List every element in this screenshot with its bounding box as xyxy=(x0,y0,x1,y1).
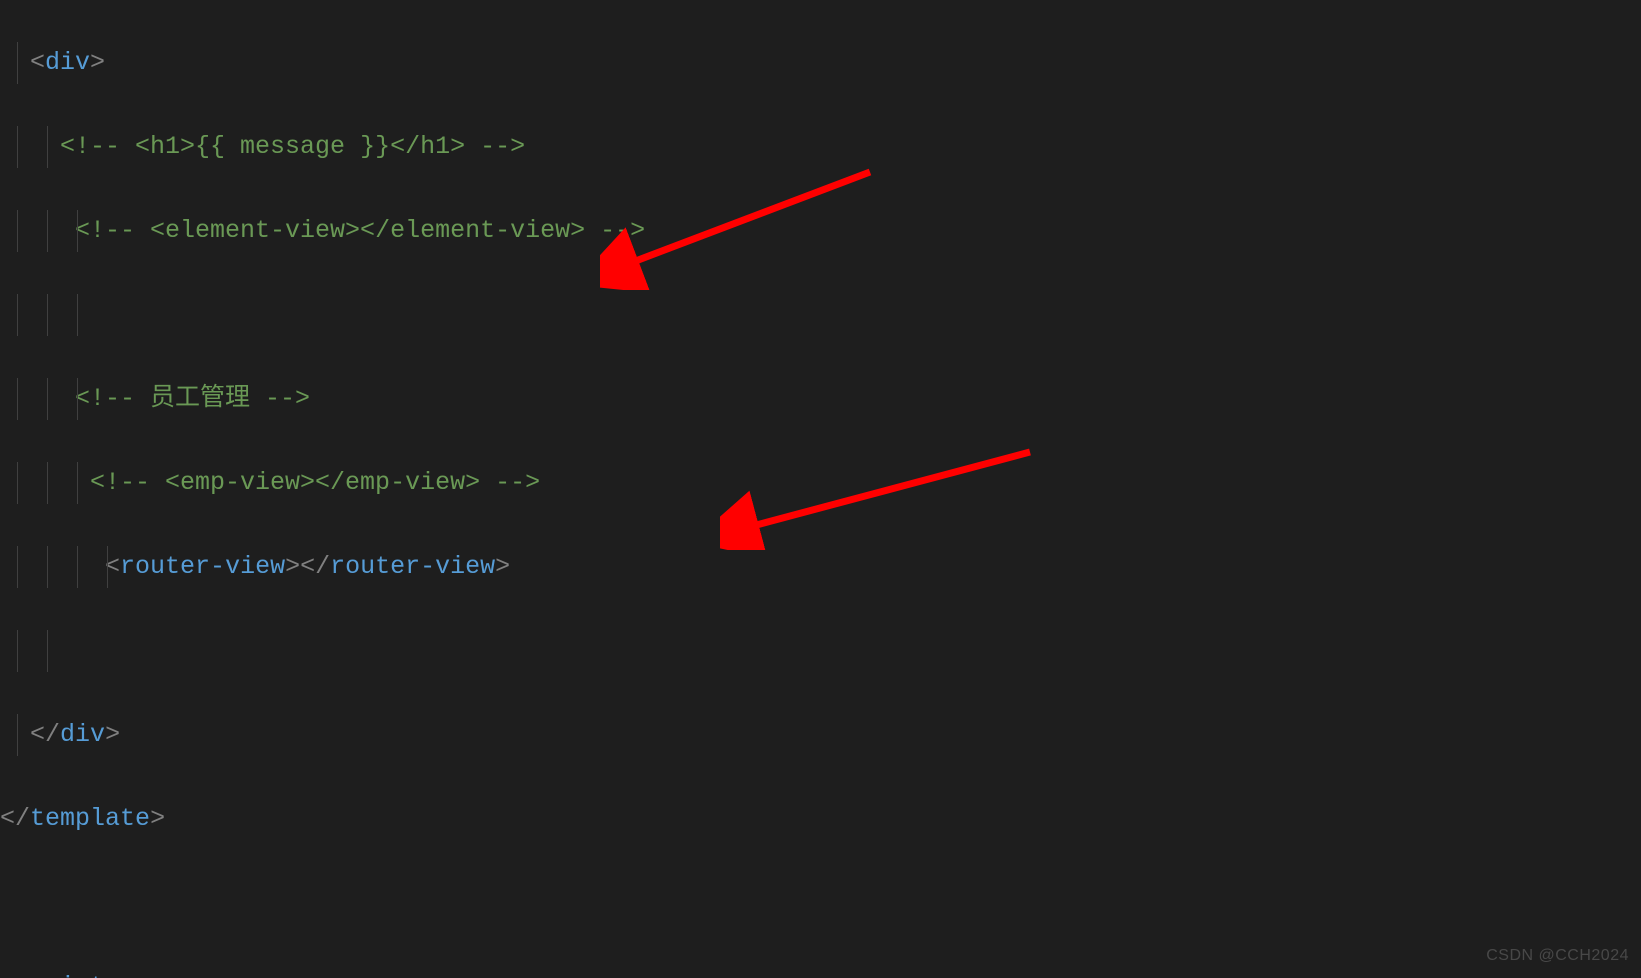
watermark: CSDN @CCH2024 xyxy=(1486,943,1629,970)
tag-name: template xyxy=(30,804,150,833)
tag-name: router-view xyxy=(120,552,285,581)
code-line[interactable]: <div> xyxy=(0,42,1641,84)
code-line[interactable]: <!-- <emp-view></emp-view> --> xyxy=(0,462,1641,504)
angle-open: < xyxy=(30,48,45,77)
code-line[interactable] xyxy=(0,630,1641,672)
code-line[interactable]: <!-- <h1>{{ message }}</h1> --> xyxy=(0,126,1641,168)
code-line[interactable]: <!-- 员工管理 --> xyxy=(0,378,1641,420)
angle-close: > xyxy=(90,48,105,77)
code-line[interactable]: </div> xyxy=(0,714,1641,756)
code-line[interactable] xyxy=(0,294,1641,336)
tag-name: div xyxy=(60,720,105,749)
tag-name: router-view xyxy=(330,552,495,581)
html-comment: <!-- <emp-view></emp-view> --> xyxy=(90,468,540,497)
html-comment: <!-- <element-view></element-view> --> xyxy=(75,216,645,245)
code-line[interactable]: <!-- <element-view></element-view> --> xyxy=(0,210,1641,252)
code-editor[interactable]: <div> <!-- <h1>{{ message }}</h1> --> <!… xyxy=(0,0,1641,978)
code-line[interactable]: </template> xyxy=(0,798,1641,840)
code-line[interactable] xyxy=(0,882,1641,924)
tag-name: div xyxy=(45,48,90,77)
html-comment: <!-- <h1>{{ message }}</h1> --> xyxy=(60,132,525,161)
code-line[interactable]: <script> xyxy=(0,966,1641,978)
tag-name: script xyxy=(15,972,105,978)
html-comment: <!-- 员工管理 --> xyxy=(75,384,310,413)
code-line[interactable]: <router-view></router-view> xyxy=(0,546,1641,588)
